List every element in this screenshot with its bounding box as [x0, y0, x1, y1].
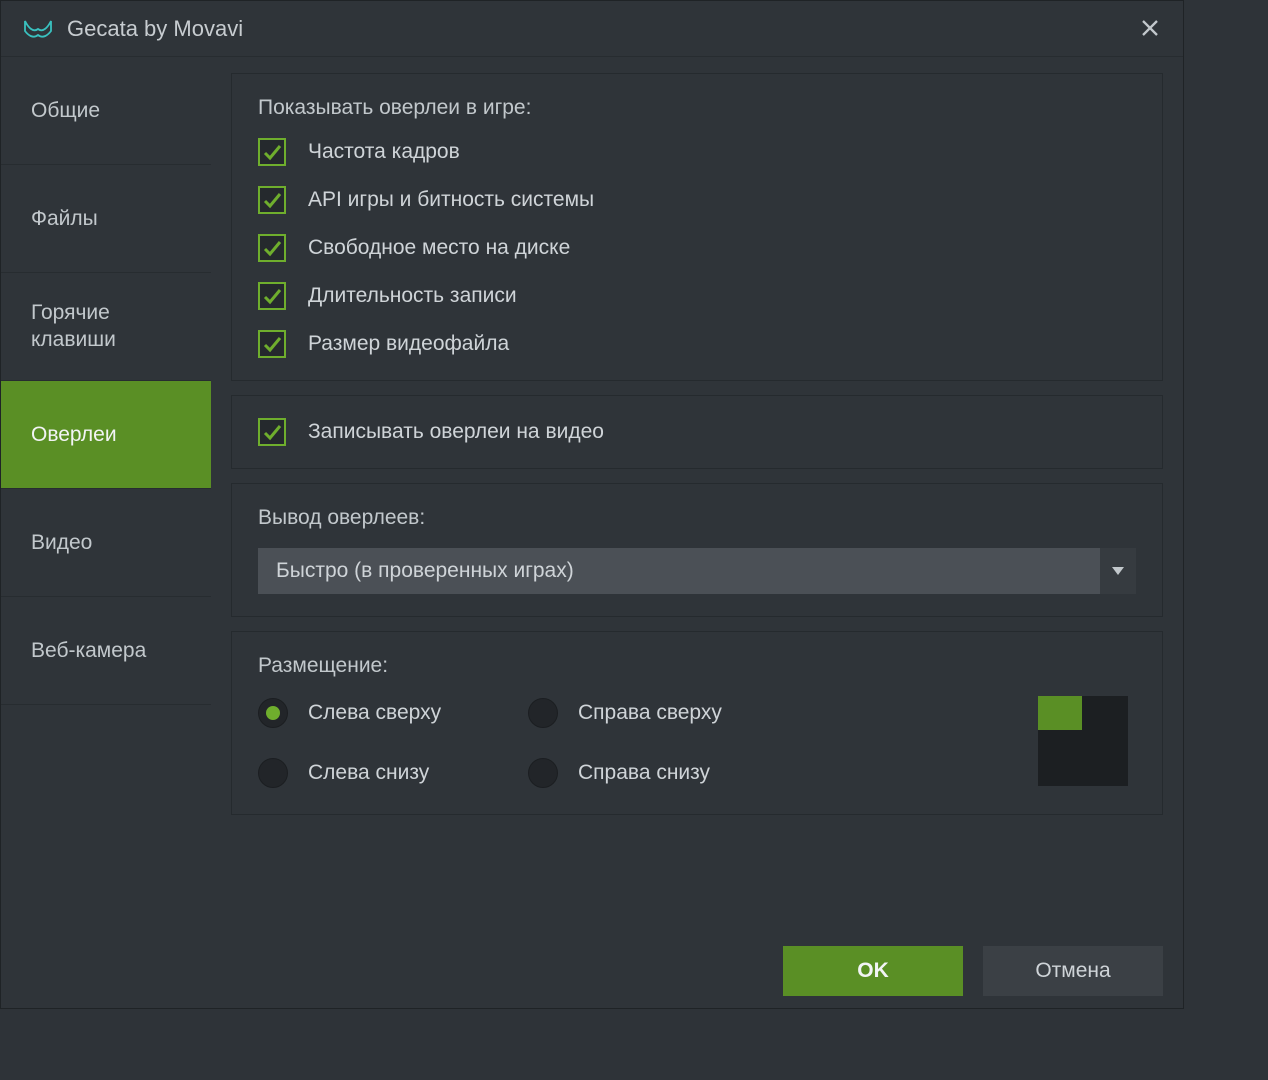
radio-label: Слева снизу	[308, 761, 429, 785]
check-icon	[262, 142, 282, 162]
panel-title: Показывать оверлеи в игре:	[258, 96, 1136, 120]
sidebar-item-general[interactable]: Общие	[1, 57, 211, 165]
app-logo-icon	[23, 18, 53, 40]
radio-label: Справа снизу	[578, 761, 710, 785]
checkbox-label: API игры и битность системы	[308, 188, 594, 212]
dropdown-value: Быстро (в проверенных играх)	[276, 559, 574, 583]
checkbox-label: Записывать оверлеи на видео	[308, 420, 604, 444]
option-filesize: Размер видеофайла	[258, 330, 1136, 358]
sidebar-item-webcam[interactable]: Веб-камера	[1, 597, 211, 705]
panel-show-overlays: Показывать оверлеи в игре: Частота кадро…	[231, 73, 1163, 381]
radio-bottom-right[interactable]	[528, 758, 558, 788]
app-title: Gecata by Movavi	[67, 16, 243, 42]
radio-label: Справа сверху	[578, 701, 722, 725]
sidebar-item-label: Горячие	[31, 300, 110, 326]
sidebar-item-hotkeys[interactable]: Горячие клавиши	[1, 273, 211, 381]
cancel-button[interactable]: Отмена	[983, 946, 1163, 996]
panel-output: Вывод оверлеев: Быстро (в проверенных иг…	[231, 483, 1163, 617]
radio-top-right[interactable]	[528, 698, 558, 728]
check-icon	[262, 190, 282, 210]
radio-bottom-left[interactable]	[258, 758, 288, 788]
panel-record-overlay: Записывать оверлеи на видео	[231, 395, 1163, 469]
chevron-down-icon	[1100, 548, 1136, 594]
check-icon	[262, 238, 282, 258]
button-label: OK	[857, 959, 889, 983]
ok-button[interactable]: OK	[783, 946, 963, 996]
check-icon	[262, 286, 282, 306]
check-icon	[262, 422, 282, 442]
checkbox-api[interactable]	[258, 186, 286, 214]
sidebar-item-label: Общие	[31, 99, 100, 123]
sidebar-item-label: Оверлеи	[31, 423, 117, 447]
placement-top-left: Слева сверху	[258, 698, 528, 728]
radio-top-left[interactable]	[258, 698, 288, 728]
radio-label: Слева сверху	[308, 701, 441, 725]
check-icon	[262, 334, 282, 354]
option-duration: Длительность записи	[258, 282, 1136, 310]
output-dropdown[interactable]: Быстро (в проверенных играх)	[258, 548, 1136, 594]
checkbox-record-overlay[interactable]	[258, 418, 286, 446]
placement-top-right: Справа сверху	[528, 698, 828, 728]
option-fps: Частота кадров	[258, 138, 1136, 166]
settings-window: Gecata by Movavi Общие Файлы Горячие кла…	[0, 0, 1184, 1009]
placement-bottom-left: Слева снизу	[258, 758, 528, 788]
content-area: Показывать оверлеи в игре: Частота кадро…	[211, 57, 1183, 933]
sidebar-item-overlays[interactable]: Оверлеи	[1, 381, 211, 489]
sidebar-item-video[interactable]: Видео	[1, 489, 211, 597]
checkbox-filesize[interactable]	[258, 330, 286, 358]
checkbox-label: Длительность записи	[308, 284, 517, 308]
titlebar: Gecata by Movavi	[1, 1, 1183, 57]
sidebar-item-files[interactable]: Файлы	[1, 165, 211, 273]
close-icon	[1140, 18, 1160, 38]
option-record-overlay: Записывать оверлеи на видео	[258, 418, 1136, 446]
close-button[interactable]	[1135, 13, 1165, 43]
option-api: API игры и битность системы	[258, 186, 1136, 214]
placement-bottom-right: Справа снизу	[528, 758, 828, 788]
placement-preview-indicator	[1038, 696, 1082, 730]
checkbox-disk-space[interactable]	[258, 234, 286, 262]
checkbox-label: Частота кадров	[308, 140, 460, 164]
panel-title: Размещение:	[258, 654, 1136, 678]
checkbox-duration[interactable]	[258, 282, 286, 310]
checkbox-label: Размер видеофайла	[308, 332, 509, 356]
body: Общие Файлы Горячие клавиши Оверлеи Виде…	[1, 57, 1183, 933]
checkbox-fps[interactable]	[258, 138, 286, 166]
sidebar-item-label: Файлы	[31, 207, 98, 231]
panel-placement: Размещение: Слева сверху Справа сверху С…	[231, 631, 1163, 815]
option-disk-space: Свободное место на диске	[258, 234, 1136, 262]
button-label: Отмена	[1035, 959, 1110, 983]
sidebar-item-label: Веб-камера	[31, 639, 146, 663]
footer: OK Отмена	[1, 933, 1183, 1009]
sidebar-item-label: клавиши	[31, 327, 116, 353]
sidebar: Общие Файлы Горячие клавиши Оверлеи Виде…	[1, 57, 211, 933]
checkbox-label: Свободное место на диске	[308, 236, 570, 260]
sidebar-item-label: Видео	[31, 531, 92, 555]
panel-title: Вывод оверлеев:	[258, 506, 1136, 530]
placement-preview	[1038, 696, 1128, 786]
placement-radio-group: Слева сверху Справа сверху Слева снизу С…	[258, 698, 1136, 788]
